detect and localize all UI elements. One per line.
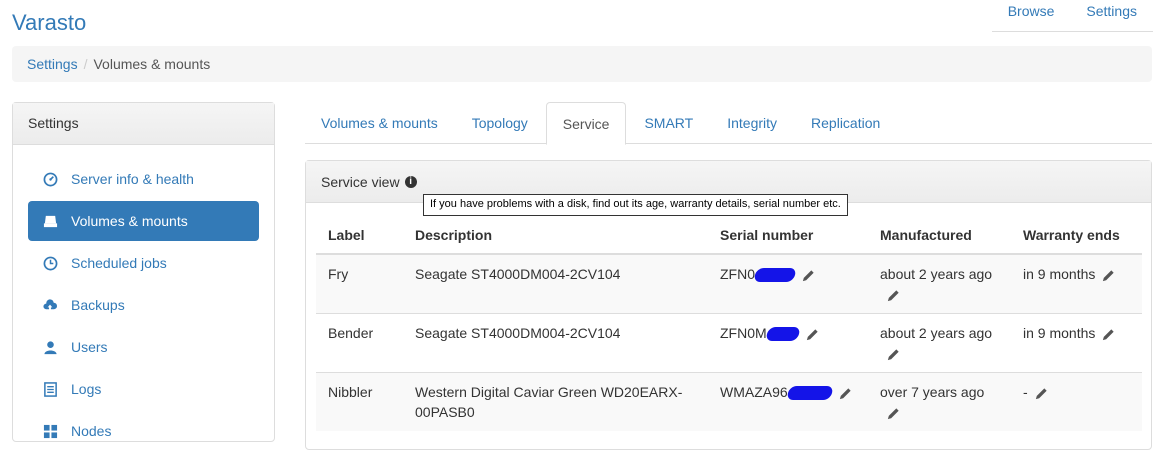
sidebar-item-volumes[interactable]: Volumes & mounts (28, 201, 259, 241)
settings-sidebar: Settings Server info & health Volumes & … (12, 102, 275, 442)
column-header-warranty: Warranty ends (1011, 216, 1142, 255)
table-row: Fry Seagate ST4000DM004-2CV104 ZFN0 abou… (316, 253, 1142, 314)
pencil-icon[interactable] (805, 327, 820, 342)
nav-browse-link[interactable]: Browse (992, 0, 1071, 32)
serial-text: ZFN0 (720, 266, 755, 282)
cloud-upload-icon (42, 297, 58, 313)
tab-service[interactable]: Service (545, 102, 627, 145)
cell-manufactured: about 2 years ago (868, 253, 1011, 314)
cell-manufactured: about 2 years ago (868, 313, 1011, 373)
pencil-icon[interactable] (1034, 386, 1049, 401)
sidebar-item-label: Backups (71, 297, 125, 313)
tab-volumes-mounts[interactable]: Volumes & mounts (305, 102, 454, 144)
app-title[interactable]: Varasto (12, 10, 86, 36)
pencil-icon[interactable] (838, 386, 853, 401)
info-tooltip: If you have problems with a disk, find o… (423, 194, 848, 216)
breadcrumb: Settings / Volumes & mounts (12, 46, 1152, 82)
grid-icon (42, 423, 58, 439)
list-icon (42, 381, 58, 397)
serial-text: WMAZA96 (720, 384, 788, 400)
manufactured-text: about 2 years ago (880, 325, 993, 341)
pencil-icon[interactable] (801, 268, 816, 283)
sidebar-list: Server info & health Volumes & mounts Sc… (13, 145, 274, 451)
panel-title: Service view (321, 174, 400, 190)
pencil-icon[interactable] (1101, 327, 1116, 342)
redaction-mark (785, 386, 834, 401)
cell-serial: WMAZA96 (708, 372, 868, 431)
cell-label: Fry (316, 253, 403, 314)
sidebar-item-label: Nodes (71, 423, 112, 439)
breadcrumb-separator: / (83, 56, 88, 72)
cell-warranty: - (1011, 372, 1142, 431)
sidebar-item-label: Scheduled jobs (71, 255, 167, 271)
cell-description: Seagate ST4000DM004-2CV104 (403, 253, 708, 314)
sidebar-item-users[interactable]: Users (28, 327, 259, 367)
service-table: Label Description Serial number Manufact… (316, 216, 1142, 431)
cell-label: Bender (316, 313, 403, 373)
cell-description: Western Digital Caviar Green WD20EARX-00… (403, 372, 708, 431)
warranty-text: - (1023, 384, 1028, 400)
column-header-description: Description (403, 216, 708, 255)
tab-topology[interactable]: Topology (456, 102, 544, 144)
user-icon (42, 339, 58, 355)
sidebar-item-label: Volumes & mounts (71, 213, 188, 229)
clock-icon (42, 255, 58, 271)
cell-description: Seagate ST4000DM004-2CV104 (403, 313, 708, 373)
pencil-icon[interactable] (886, 406, 901, 421)
cell-warranty: in 9 months (1011, 313, 1142, 373)
manufactured-text: over 7 years ago (880, 384, 985, 400)
nav-settings-link[interactable]: Settings (1070, 0, 1153, 32)
cell-serial: ZFN0M (708, 313, 868, 373)
pencil-icon[interactable] (1101, 268, 1116, 283)
table-row: Bender Seagate ST4000DM004-2CV104 ZFN0M … (316, 313, 1142, 373)
tab-replication[interactable]: Replication (795, 102, 896, 144)
cell-serial: ZFN0 (708, 253, 868, 314)
column-header-manufactured: Manufactured (868, 216, 1011, 255)
sidebar-item-scheduled-jobs[interactable]: Scheduled jobs (28, 243, 259, 283)
manufactured-text: about 2 years ago (880, 266, 993, 282)
cell-manufactured: over 7 years ago (868, 372, 1011, 431)
tab-integrity[interactable]: Integrity (711, 102, 793, 144)
cell-label: Nibbler (316, 372, 403, 431)
dashboard-icon (42, 171, 58, 187)
serial-text: ZFN0M (720, 325, 767, 341)
sidebar-item-label: Logs (71, 381, 102, 397)
redaction-mark (764, 327, 801, 342)
sidebar-item-logs[interactable]: Logs (28, 369, 259, 409)
settings-tabs: Volumes & mounts Topology Service SMART … (305, 102, 1152, 145)
sidebar-item-label: Users (71, 339, 108, 355)
table-row: Nibbler Western Digital Caviar Green WD2… (316, 372, 1142, 431)
sidebar-item-server-info[interactable]: Server info & health (28, 159, 259, 199)
redaction-mark (753, 268, 797, 283)
sidebar-item-label: Server info & health (71, 171, 194, 187)
hdd-icon (42, 213, 58, 229)
breadcrumb-current: Volumes & mounts (93, 56, 211, 72)
sidebar-item-backups[interactable]: Backups (28, 285, 259, 325)
top-nav: Browse Settings (991, 0, 1153, 32)
breadcrumb-settings-link[interactable]: Settings (27, 56, 78, 72)
tab-smart[interactable]: SMART (628, 102, 709, 144)
warranty-text: in 9 months (1023, 325, 1096, 341)
pencil-icon[interactable] (886, 288, 901, 303)
warranty-text: in 9 months (1023, 266, 1096, 282)
sidebar-item-nodes[interactable]: Nodes (28, 411, 259, 451)
pencil-icon[interactable] (886, 347, 901, 362)
info-icon[interactable]: i (404, 176, 417, 188)
table-header-row: Label Description Serial number Manufact… (316, 216, 1142, 255)
cell-warranty: in 9 months (1011, 253, 1142, 314)
column-header-label: Label (316, 216, 403, 255)
column-header-serial: Serial number (708, 216, 868, 255)
sidebar-title: Settings (13, 103, 274, 145)
